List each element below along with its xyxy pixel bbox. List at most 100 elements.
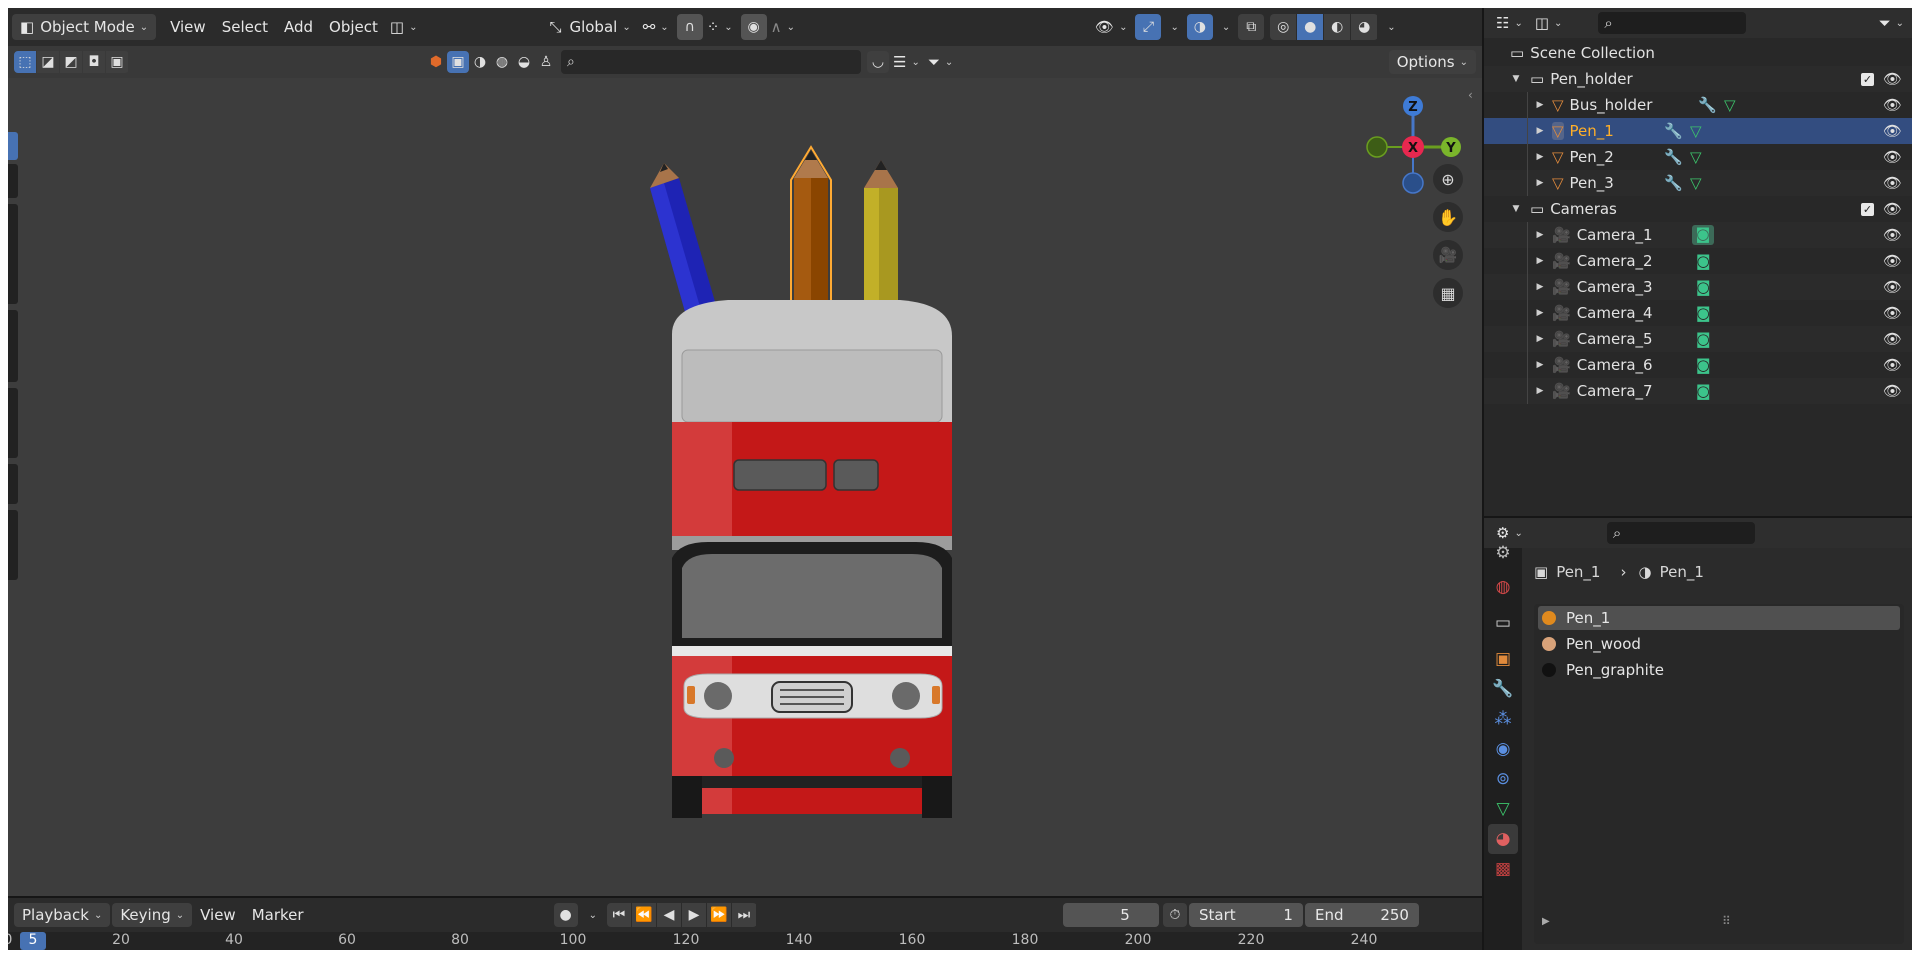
outliner-row-camera-1[interactable]: ▶ 🎥 Camera_1 ◙ 👁 bbox=[1484, 222, 1912, 248]
material-filter-icon[interactable]: ◑ bbox=[469, 51, 491, 73]
eye-icon[interactable]: 👁 bbox=[1883, 252, 1902, 270]
solid-shading-button[interactable]: ● bbox=[1297, 14, 1324, 40]
sidebar-toggle-icon[interactable]: ‹ bbox=[1468, 88, 1473, 102]
menu-object[interactable]: Object bbox=[321, 14, 386, 40]
filter-curve-icon[interactable]: ◡ bbox=[867, 51, 889, 73]
viewport-search-input[interactable] bbox=[574, 53, 861, 71]
snap-dropdown[interactable]: ⁘ ⌄ bbox=[703, 14, 737, 40]
wrench-icon[interactable]: 🔧 bbox=[1698, 96, 1717, 114]
shading-dropdown[interactable]: ⌄ bbox=[1378, 14, 1399, 40]
material-slot-row[interactable]: Pen_wood bbox=[1538, 632, 1900, 656]
wrench-icon[interactable]: 🔧 bbox=[1664, 122, 1683, 140]
keying-set-dropdown[interactable]: ⌄ bbox=[578, 902, 603, 928]
expand-triangle-icon[interactable]: ▼ bbox=[1510, 74, 1522, 84]
eye-icon[interactable]: 👁 bbox=[1883, 174, 1902, 192]
outliner-row-camera-4[interactable]: ▶ 🎥 Camera_4 ◙ 👁 bbox=[1484, 300, 1912, 326]
stopwatch-icon[interactable]: ⏱ bbox=[1162, 903, 1187, 927]
wrench-icon[interactable]: 🔧 bbox=[1664, 148, 1683, 166]
pivot-dropdown[interactable]: ⚯ ⌄ bbox=[639, 14, 673, 40]
camera-view-icon[interactable]: 🎥 bbox=[1433, 240, 1463, 270]
snap-toggle[interactable]: ∩ bbox=[676, 14, 703, 40]
camera-data-icon[interactable]: ◙ bbox=[1696, 304, 1711, 322]
menu-timeline-view[interactable]: View bbox=[192, 902, 244, 928]
pan-hand-icon[interactable]: ✋ bbox=[1433, 202, 1463, 232]
world-filter-icon[interactable]: ◍ bbox=[491, 51, 513, 73]
expand-triangle-icon[interactable]: ▶ bbox=[1534, 230, 1546, 240]
physics-tab-icon[interactable]: ◉ bbox=[1488, 734, 1518, 764]
object-tab-icon[interactable]: ▣ bbox=[1488, 644, 1518, 674]
gpencil-dropdown[interactable]: ◫ ⌄ bbox=[386, 14, 422, 40]
outliner-row-camera-3[interactable]: ▶ 🎥 Camera_3 ◙ 👁 bbox=[1484, 274, 1912, 300]
camera-data-icon[interactable]: ◙ bbox=[1696, 330, 1711, 348]
outliner-row-camera-7[interactable]: ▶ 🎥 Camera_7 ◙ 👁 bbox=[1484, 378, 1912, 404]
eye-icon[interactable]: 👁 bbox=[1883, 226, 1902, 244]
visibility-dropdown[interactable]: 👁 ⌄ bbox=[1091, 14, 1131, 40]
mesh-filter-icon[interactable]: ▣ bbox=[447, 51, 469, 73]
outliner-row-pen-1[interactable]: ▶ ▽ Pen_1 🔧 ▽ 👁 bbox=[1484, 118, 1912, 144]
material-slot-row[interactable]: Pen_1 bbox=[1538, 606, 1900, 630]
playhead-indicator[interactable]: 5 bbox=[20, 932, 46, 950]
eye-icon[interactable]: 👁 bbox=[1883, 70, 1902, 88]
camera-data-icon[interactable]: ◙ bbox=[1692, 225, 1714, 245]
viewport-search-box[interactable]: ⌕ bbox=[561, 50, 861, 74]
xray-toggle[interactable]: ⧉ bbox=[1238, 14, 1265, 40]
select-extend-button[interactable]: ◪ bbox=[37, 51, 59, 73]
scene-collection-row[interactable]: ▭ Scene Collection bbox=[1484, 40, 1912, 66]
mesh-data-icon[interactable]: ▽ bbox=[1690, 174, 1702, 192]
eye-icon[interactable]: 👁 bbox=[1883, 200, 1902, 218]
rendered-shading-button[interactable]: ◕ bbox=[1351, 14, 1378, 40]
jump-start-icon[interactable]: ⏮ bbox=[606, 903, 631, 927]
expand-triangle-icon[interactable]: ▶ bbox=[1534, 126, 1546, 136]
options-dropdown[interactable]: Options ⌄ bbox=[1388, 50, 1476, 74]
material-slot-list[interactable]: Pen_1 Pen_wood Pen_graphite ▶ ⠿ bbox=[1534, 604, 1904, 944]
outliner-row-camera-6[interactable]: ▶ 🎥 Camera_6 ◙ 👁 bbox=[1484, 352, 1912, 378]
wireframe-shading-button[interactable]: ◎ bbox=[1270, 14, 1297, 40]
brush-filter-icon[interactable]: ♙ bbox=[535, 51, 557, 73]
outliner-row-pen-2[interactable]: ▶ ▽ Pen_2 🔧 ▽ 👁 bbox=[1484, 144, 1912, 170]
play-reverse-icon[interactable]: ◀ bbox=[656, 903, 681, 927]
mesh-data-icon[interactable]: ▽ bbox=[1690, 148, 1702, 166]
gizmo-neg-y[interactable] bbox=[1366, 136, 1388, 158]
checkbox-icon[interactable]: ✓ bbox=[1861, 202, 1874, 216]
end-frame-field[interactable]: End 250 bbox=[1304, 903, 1419, 927]
menu-add[interactable]: Add bbox=[276, 14, 321, 40]
mesh-data-tab-icon[interactable]: ▽ bbox=[1488, 794, 1518, 824]
bus-holder-mesh[interactable] bbox=[672, 300, 952, 818]
expand-triangle-icon[interactable]: ▶ bbox=[1542, 916, 1550, 927]
expand-triangle-icon[interactable]: ▶ bbox=[1534, 152, 1546, 162]
outliner-row-bus-holder[interactable]: ▶ ▽ Bus_holder 🔧 ▽ 👁 bbox=[1484, 92, 1912, 118]
camera-data-icon[interactable]: ◙ bbox=[1696, 356, 1711, 374]
menu-select[interactable]: Select bbox=[214, 14, 276, 40]
select-invert-button[interactable]: ◘ bbox=[83, 51, 105, 73]
play-icon[interactable]: ▶ bbox=[681, 903, 706, 927]
jump-end-icon[interactable]: ⏭ bbox=[731, 903, 756, 927]
eye-icon[interactable]: 👁 bbox=[1883, 304, 1902, 322]
collection-tab-icon[interactable]: ▭ bbox=[1488, 608, 1518, 638]
material-tab-icon[interactable]: ◕ bbox=[1488, 824, 1518, 854]
next-keyframe-icon[interactable]: ⏩ bbox=[706, 903, 731, 927]
particles-tab-icon[interactable]: ⁂ bbox=[1488, 704, 1518, 734]
eye-icon[interactable]: 👁 bbox=[1883, 330, 1902, 348]
properties-search-box[interactable]: ⌕ bbox=[1606, 522, 1755, 544]
eye-icon[interactable]: 👁 bbox=[1883, 278, 1902, 296]
record-button[interactable]: ● bbox=[553, 903, 578, 927]
outliner-row-pen-holder[interactable]: ▼ ▭ Pen_holder ✓ 👁 bbox=[1484, 66, 1912, 92]
scene-render[interactable] bbox=[8, 46, 1482, 896]
select-subtract-button[interactable]: ◩ bbox=[60, 51, 82, 73]
menu-playback[interactable]: Playback ⌄ bbox=[14, 903, 111, 927]
display-mode-dropdown[interactable]: ◫ ⌄ bbox=[1531, 10, 1567, 36]
expand-triangle-icon[interactable]: ▼ bbox=[1510, 204, 1522, 214]
expand-triangle-icon[interactable]: ▶ bbox=[1534, 334, 1546, 344]
eye-icon[interactable]: 👁 bbox=[1883, 122, 1902, 140]
scene-filter-icon[interactable]: ◒ bbox=[513, 51, 535, 73]
gizmo-dropdown[interactable]: ⌄ bbox=[1161, 14, 1182, 40]
eye-icon[interactable]: 👁 bbox=[1883, 382, 1902, 400]
outliner-search-box[interactable]: ⌕ bbox=[1598, 12, 1747, 34]
outliner-row-pen-3[interactable]: ▶ ▽ Pen_3 🔧 ▽ 👁 bbox=[1484, 170, 1912, 196]
expand-triangle-icon[interactable]: ▶ bbox=[1534, 256, 1546, 266]
world-tab-icon[interactable]: ◍ bbox=[1488, 572, 1518, 602]
mesh-data-icon[interactable]: ▽ bbox=[1724, 96, 1736, 114]
menu-view[interactable]: View bbox=[162, 14, 214, 40]
constraints-tab-icon[interactable]: ⊚ bbox=[1488, 764, 1518, 794]
outliner-row-camera-2[interactable]: ▶ 🎥 Camera_2 ◙ 👁 bbox=[1484, 248, 1912, 274]
